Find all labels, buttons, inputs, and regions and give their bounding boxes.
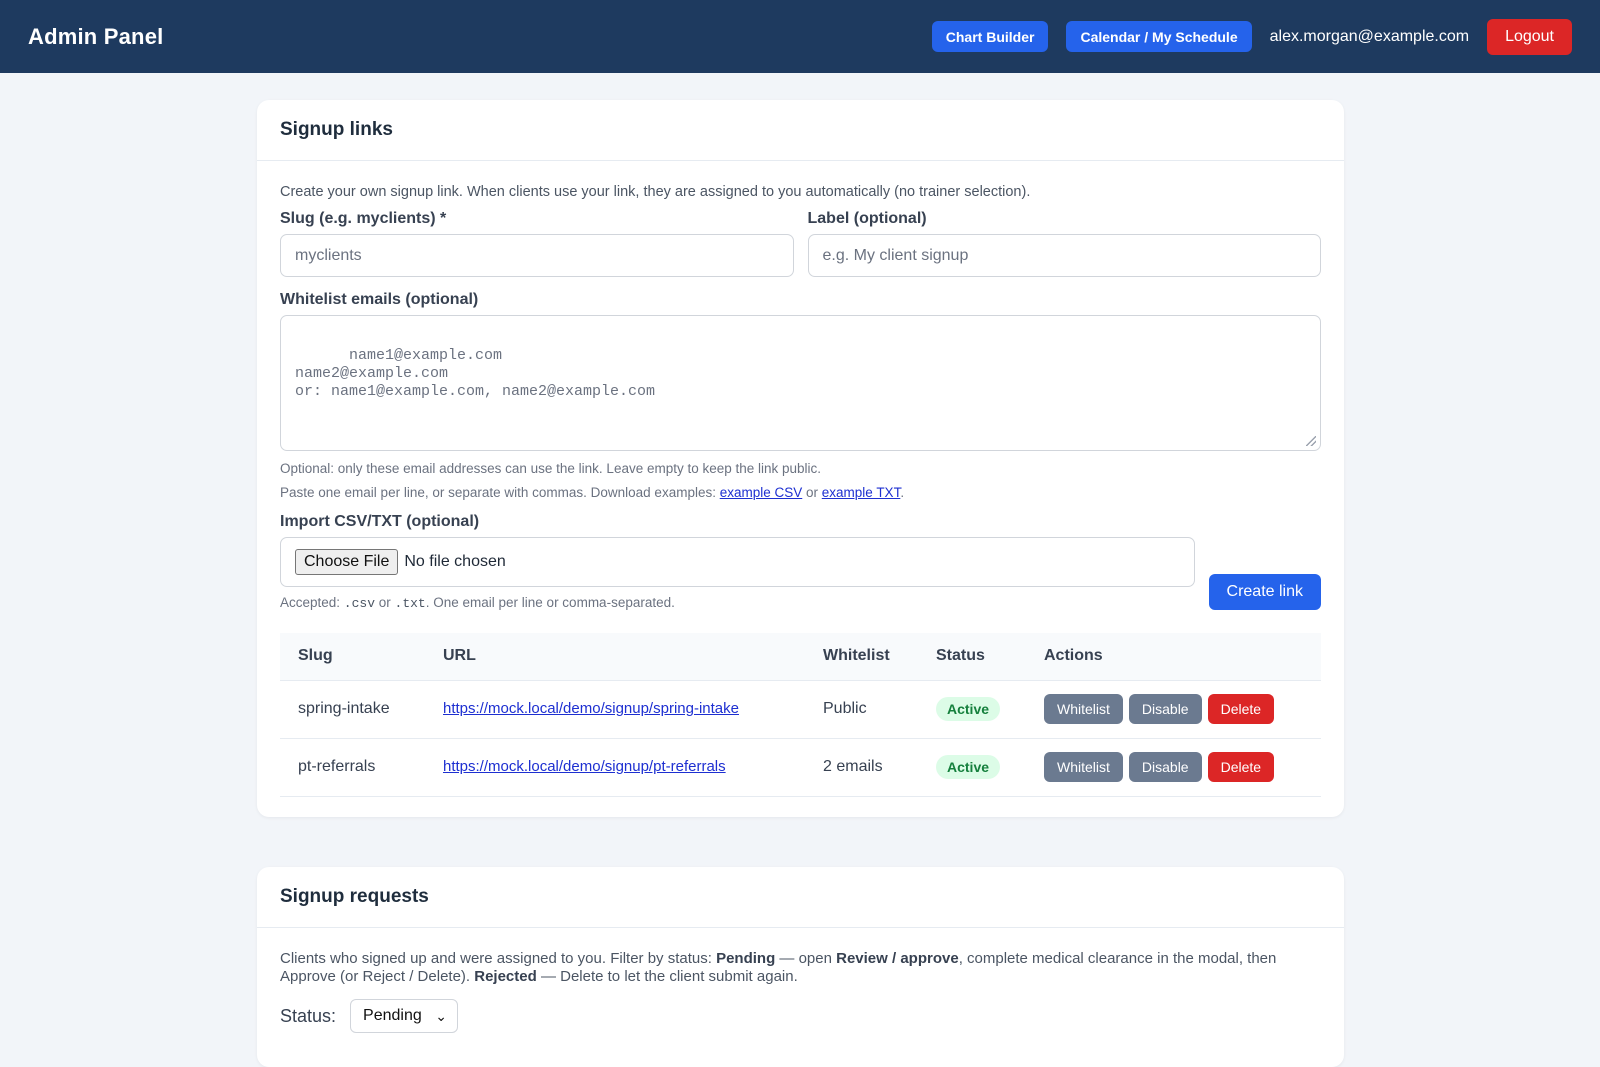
label-input[interactable]	[807, 234, 1321, 277]
accepted-or: or	[375, 595, 395, 610]
file-input[interactable]: Choose File No file chosen	[280, 537, 1195, 587]
delete-button[interactable]: Delete	[1207, 752, 1275, 782]
disable-button[interactable]: Disable	[1128, 752, 1202, 782]
whitelist-placeholder: name1@example.com name2@example.com or: …	[295, 347, 656, 400]
table-row: spring-intake https://mock.local/demo/si…	[280, 680, 1321, 739]
status-badge: Active	[936, 755, 1001, 779]
table-row: pt-referrals https://mock.local/demo/sig…	[280, 738, 1321, 797]
no-file-text: No file chosen	[404, 553, 506, 570]
table-header-row: Slug URL Whitelist Status Actions	[280, 633, 1321, 681]
resize-grip-icon[interactable]	[1306, 436, 1316, 446]
row-slug: spring-intake	[280, 680, 425, 739]
example-csv-link[interactable]: example CSV	[720, 485, 803, 500]
slug-label: Slug (e.g. myclients) *	[280, 210, 447, 227]
status-badge: Active	[936, 697, 1001, 721]
whitelist-label: Whitelist emails (optional)	[280, 291, 479, 308]
row-url-link[interactable]: https://mock.local/demo/signup/pt-referr…	[443, 758, 726, 775]
signup-links-card: Signup links Create your own signup link…	[257, 100, 1344, 817]
chevron-down-icon: ⌄	[435, 1008, 448, 1024]
intro-review: Review / approve	[836, 950, 959, 967]
app-title: Admin Panel	[28, 23, 164, 49]
choose-file-button[interactable]: Choose File	[295, 549, 399, 575]
whitelist-hint-1: Optional: only these email addresses can…	[280, 461, 822, 476]
accepted-txt: .txt	[394, 596, 426, 611]
calendar-button[interactable]: Calendar / My Schedule	[1066, 21, 1252, 52]
import-label: Import CSV/TXT (optional)	[280, 513, 480, 530]
hint-2-prefix: Paste one email per line, or separate wi…	[280, 485, 720, 500]
hint-2-end: .	[900, 485, 905, 500]
create-link-button[interactable]: Create link	[1208, 574, 1321, 610]
status-filter-label: Status:	[280, 1005, 337, 1026]
intro-part-1: Clients who signed up and were assigned …	[280, 950, 717, 967]
accepted-csv: .csv	[343, 596, 376, 611]
whitelist-button[interactable]: Whitelist	[1044, 752, 1123, 782]
whitelist-textarea[interactable]: name1@example.com name2@example.com or: …	[280, 315, 1321, 451]
accepted-prefix: Accepted:	[280, 595, 344, 610]
accepted-suffix: . One email per line or comma-separated.	[425, 595, 675, 610]
col-slug: Slug	[280, 633, 425, 681]
top-bar-actions: Chart Builder Calendar / My Schedule ale…	[931, 18, 1572, 55]
intro-pending: Pending	[716, 950, 776, 967]
slug-input[interactable]	[280, 234, 794, 277]
accepted-formats: Accepted: .csv or .txt. One email per li…	[280, 595, 1195, 611]
logout-button[interactable]: Logout	[1487, 18, 1572, 55]
whitelist-button[interactable]: Whitelist	[1044, 694, 1123, 724]
col-actions: Actions	[1026, 633, 1321, 681]
user-email: alex.morgan@example.com	[1269, 27, 1470, 45]
row-slug: pt-referrals	[280, 738, 425, 797]
signup-links-intro: Create your own signup link. When client…	[280, 184, 1031, 200]
signup-links-title: Signup links	[257, 100, 1344, 161]
row-whitelist: 2 emails	[805, 738, 918, 797]
chart-builder-button[interactable]: Chart Builder	[931, 21, 1049, 52]
example-txt-link[interactable]: example TXT	[822, 485, 901, 500]
col-whitelist: Whitelist	[805, 633, 918, 681]
signup-requests-title: Signup requests	[257, 867, 1344, 928]
signup-links-table: Slug URL Whitelist Status Actions spring…	[280, 633, 1321, 797]
top-bar: Admin Panel Chart Builder Calendar / My …	[0, 0, 1600, 73]
intro-part-2: — open	[775, 950, 837, 967]
col-status: Status	[918, 633, 1026, 681]
whitelist-hint-2: Paste one email per line, or separate wi…	[280, 481, 1321, 505]
status-filter-value: Pending	[363, 1007, 422, 1024]
signup-requests-intro: Clients who signed up and were assigned …	[280, 950, 1321, 986]
delete-button[interactable]: Delete	[1207, 694, 1275, 724]
signup-requests-card: Signup requests Clients who signed up an…	[257, 867, 1344, 1067]
intro-rejected: Rejected	[474, 968, 537, 985]
label-label: Label (optional)	[807, 210, 927, 227]
row-whitelist: Public	[805, 680, 918, 739]
col-url: URL	[425, 633, 805, 681]
intro-part-4: — Delete to let the client submit again.	[536, 968, 798, 985]
row-url-link[interactable]: https://mock.local/demo/signup/spring-in…	[443, 700, 739, 717]
hint-2-or: or	[802, 485, 822, 500]
disable-button[interactable]: Disable	[1128, 694, 1202, 724]
